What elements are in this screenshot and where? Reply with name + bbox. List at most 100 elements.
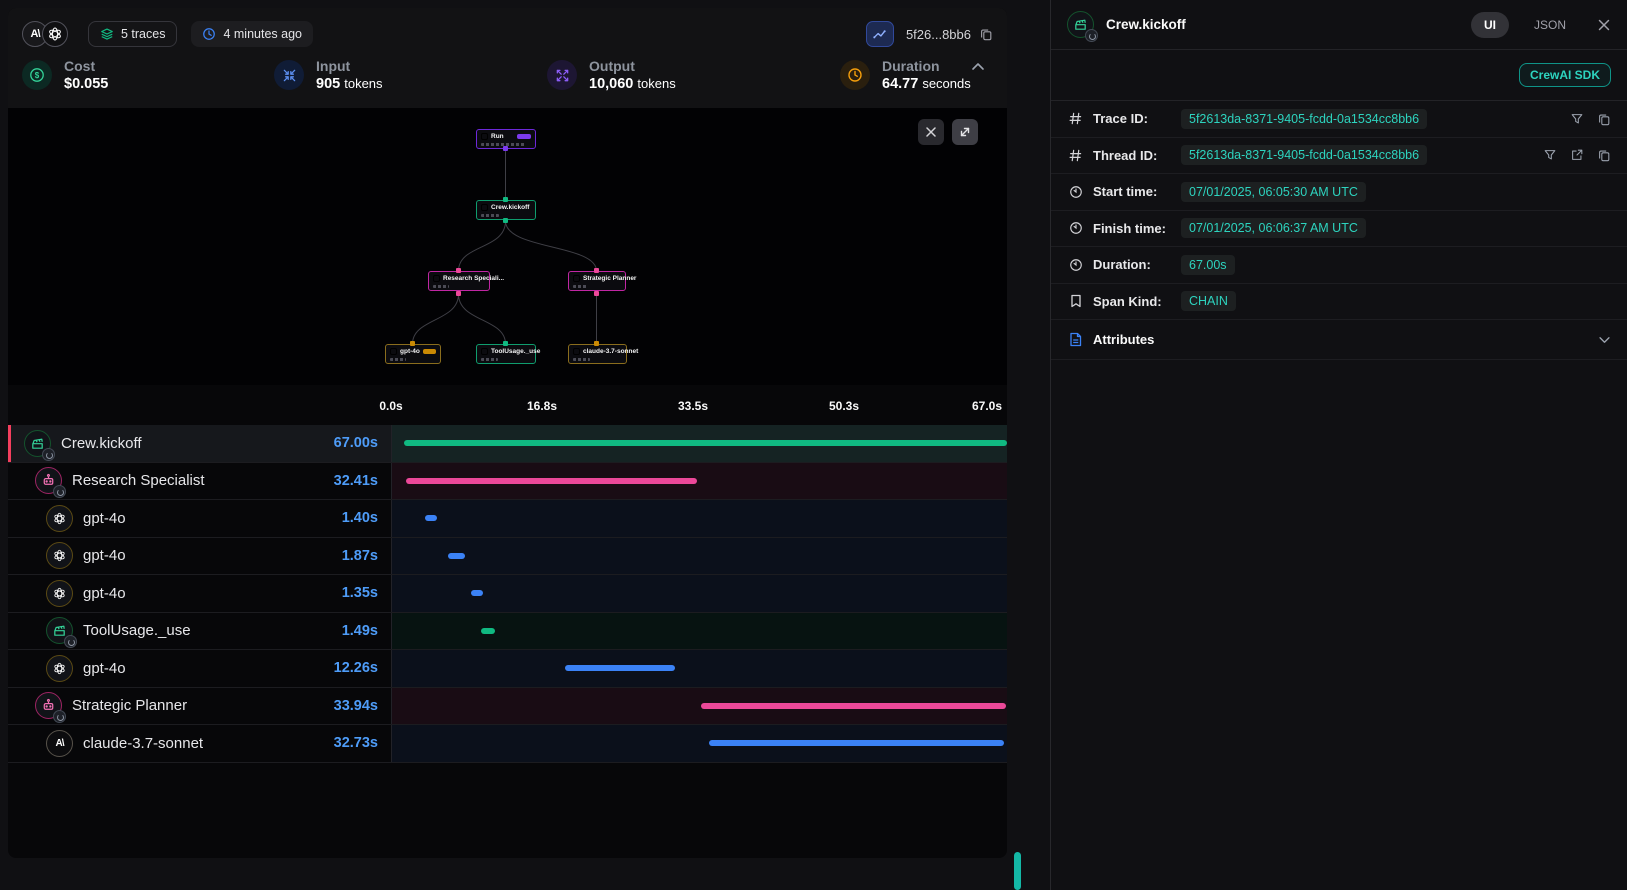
graph-node-gpt-4o[interactable]: gpt-4o	[385, 344, 441, 364]
tab-json[interactable]: JSON	[1521, 12, 1579, 38]
openai-icon	[46, 542, 73, 569]
node-subtext	[573, 285, 587, 288]
agent-icon	[35, 467, 62, 494]
graph-node-research-specialist[interactable]: Research Speciali...	[428, 271, 490, 291]
collapse-stats-caret[interactable]	[971, 58, 985, 76]
node-subtext	[481, 214, 499, 217]
port	[503, 218, 508, 223]
span-duration: 1.40s	[342, 510, 378, 526]
timeline-row-gpt-4o[interactable]: gpt-4o 1.40s	[8, 500, 1007, 538]
stat-value: 905	[316, 76, 340, 92]
close-icon[interactable]	[1597, 18, 1611, 32]
span-duration: 1.35s	[342, 585, 378, 601]
span-duration: 12.26s	[334, 660, 378, 676]
llm-node-icon	[390, 348, 397, 355]
thread-id-value[interactable]: 5f2613da-8371-9405-fcdd-0a1534cc8bb6	[1181, 145, 1427, 165]
trace-id-short: 5f26...8bb6	[906, 27, 971, 42]
duration-icon	[840, 60, 870, 90]
tool-icon	[46, 617, 73, 644]
timeline-row-research-specialist[interactable]: Research Specialist 32.41s	[8, 463, 1007, 501]
waterfall-timeline: 0.0s 16.8s 33.5s 50.3s 67.0s Crew.kickof…	[8, 385, 1007, 763]
tab-ui[interactable]: UI	[1471, 12, 1509, 38]
span-detail-panel: Crew.kickoff UI JSON CrewAI SDK Trace ID…	[1050, 0, 1627, 890]
timeline-row-gpt-4o[interactable]: gpt-4o 12.26s	[8, 650, 1007, 688]
stat-cost: $ Cost $0.055	[22, 58, 274, 92]
chevron-down-icon[interactable]	[1598, 336, 1611, 344]
copy-icon[interactable]	[1597, 112, 1611, 126]
trending-icon	[872, 27, 887, 42]
layers-icon	[100, 27, 114, 41]
bookmark-icon	[1067, 294, 1084, 308]
trace-panel: A\	[8, 8, 1007, 858]
llm-node-icon	[573, 348, 580, 355]
timeline-row-strategic-planner[interactable]: Strategic Planner 33.94s	[8, 688, 1007, 726]
field-finish-time: Finish time: 07/01/2025, 06:06:37 AM UTC	[1051, 211, 1627, 248]
timeline-row-gpt-4o[interactable]: gpt-4o 1.35s	[8, 575, 1007, 613]
trace-graph[interactable]: Run Crew.kickoff Research Speciali... St…	[8, 108, 1007, 385]
scrollbar-thumb[interactable]	[1014, 852, 1021, 890]
graph-close-button[interactable]	[918, 119, 944, 145]
span-label: ToolUsage._use	[83, 622, 191, 639]
stat-value: 64.77	[882, 76, 918, 92]
port	[594, 268, 599, 273]
filter-icon[interactable]	[1570, 112, 1584, 126]
port	[503, 146, 508, 151]
timeline-row-crew-kickoff[interactable]: Crew.kickoff 67.00s	[8, 425, 1007, 463]
graph-node-strategic-planner[interactable]: Strategic Planner	[568, 271, 626, 291]
metrics-button[interactable]	[866, 21, 894, 47]
graph-node-claude[interactable]: claude-3.7-sonnet	[568, 344, 627, 364]
crew-node-icon	[481, 204, 488, 211]
filter-icon[interactable]	[1543, 148, 1557, 162]
span-label: gpt-4o	[83, 510, 126, 527]
field-label: Start time:	[1093, 184, 1181, 199]
model-avatars: A\	[22, 20, 74, 48]
stat-input: Input 905 tokens	[274, 58, 547, 92]
axis-tick: 16.8s	[527, 399, 557, 413]
graph-expand-button[interactable]	[952, 119, 978, 145]
field-label: Thread ID:	[1093, 148, 1181, 163]
node-badge	[423, 349, 436, 354]
timeline-row-gpt-4o[interactable]: gpt-4o 1.87s	[8, 538, 1007, 576]
detail-title: Crew.kickoff	[1106, 17, 1186, 32]
timeline-row-claude[interactable]: A\ claude-3.7-sonnet 32.73s	[8, 725, 1007, 763]
stat-label: Input	[316, 58, 383, 74]
field-start-time: Start time: 07/01/2025, 06:05:30 AM UTC	[1051, 174, 1627, 211]
output-icon	[547, 60, 577, 90]
openai-icon	[46, 655, 73, 682]
open-external-icon[interactable]	[1570, 148, 1584, 162]
anthropic-icon: A\	[46, 730, 73, 757]
cost-icon: $	[22, 60, 52, 90]
clock-icon	[1067, 258, 1084, 272]
finish-time-value: 07/01/2025, 06:06:37 AM UTC	[1181, 218, 1366, 238]
copy-icon[interactable]	[979, 27, 993, 41]
start-time-value: 07/01/2025, 06:05:30 AM UTC	[1181, 182, 1366, 202]
graph-node-crew-kickoff[interactable]: Crew.kickoff	[476, 200, 536, 220]
node-badge	[517, 134, 531, 139]
time-badge: 4 minutes ago	[191, 21, 313, 47]
span-label: gpt-4o	[83, 585, 126, 602]
span-duration: 67.00s	[334, 435, 378, 451]
attributes-section[interactable]: Attributes	[1051, 320, 1627, 360]
field-trace-id: Trace ID: 5f2613da-8371-9405-fcdd-0a1534…	[1051, 101, 1627, 138]
clock-icon	[1067, 185, 1084, 199]
timeline-row-toolusage[interactable]: ToolUsage._use 1.49s	[8, 613, 1007, 651]
graph-node-toolusage[interactable]: ToolUsage._use	[476, 344, 536, 364]
stat-value: $0.055	[64, 76, 108, 92]
agentops-subbadge	[1085, 29, 1098, 42]
timeline-axis: 0.0s 16.8s 33.5s 50.3s 67.0s	[8, 385, 1007, 425]
copy-icon[interactable]	[1597, 148, 1611, 162]
node-label: gpt-4o	[400, 348, 420, 355]
input-icon	[274, 60, 304, 90]
field-label: Duration:	[1093, 257, 1181, 272]
span-label: claude-3.7-sonnet	[83, 735, 203, 752]
node-subtext	[390, 358, 406, 361]
traces-badge[interactable]: 5 traces	[88, 21, 177, 47]
detail-header: Crew.kickoff UI JSON	[1051, 0, 1627, 50]
tool-node-icon	[481, 348, 488, 355]
node-label: Research Speciali...	[443, 275, 504, 282]
span-kind-value: CHAIN	[1181, 291, 1236, 311]
crewai-sdk-badge[interactable]: CrewAI SDK	[1519, 63, 1611, 87]
trace-id-value[interactable]: 5f2613da-8371-9405-fcdd-0a1534cc8bb6	[1181, 109, 1427, 129]
span-label: Research Specialist	[72, 472, 205, 489]
stat-label: Output	[589, 58, 676, 74]
